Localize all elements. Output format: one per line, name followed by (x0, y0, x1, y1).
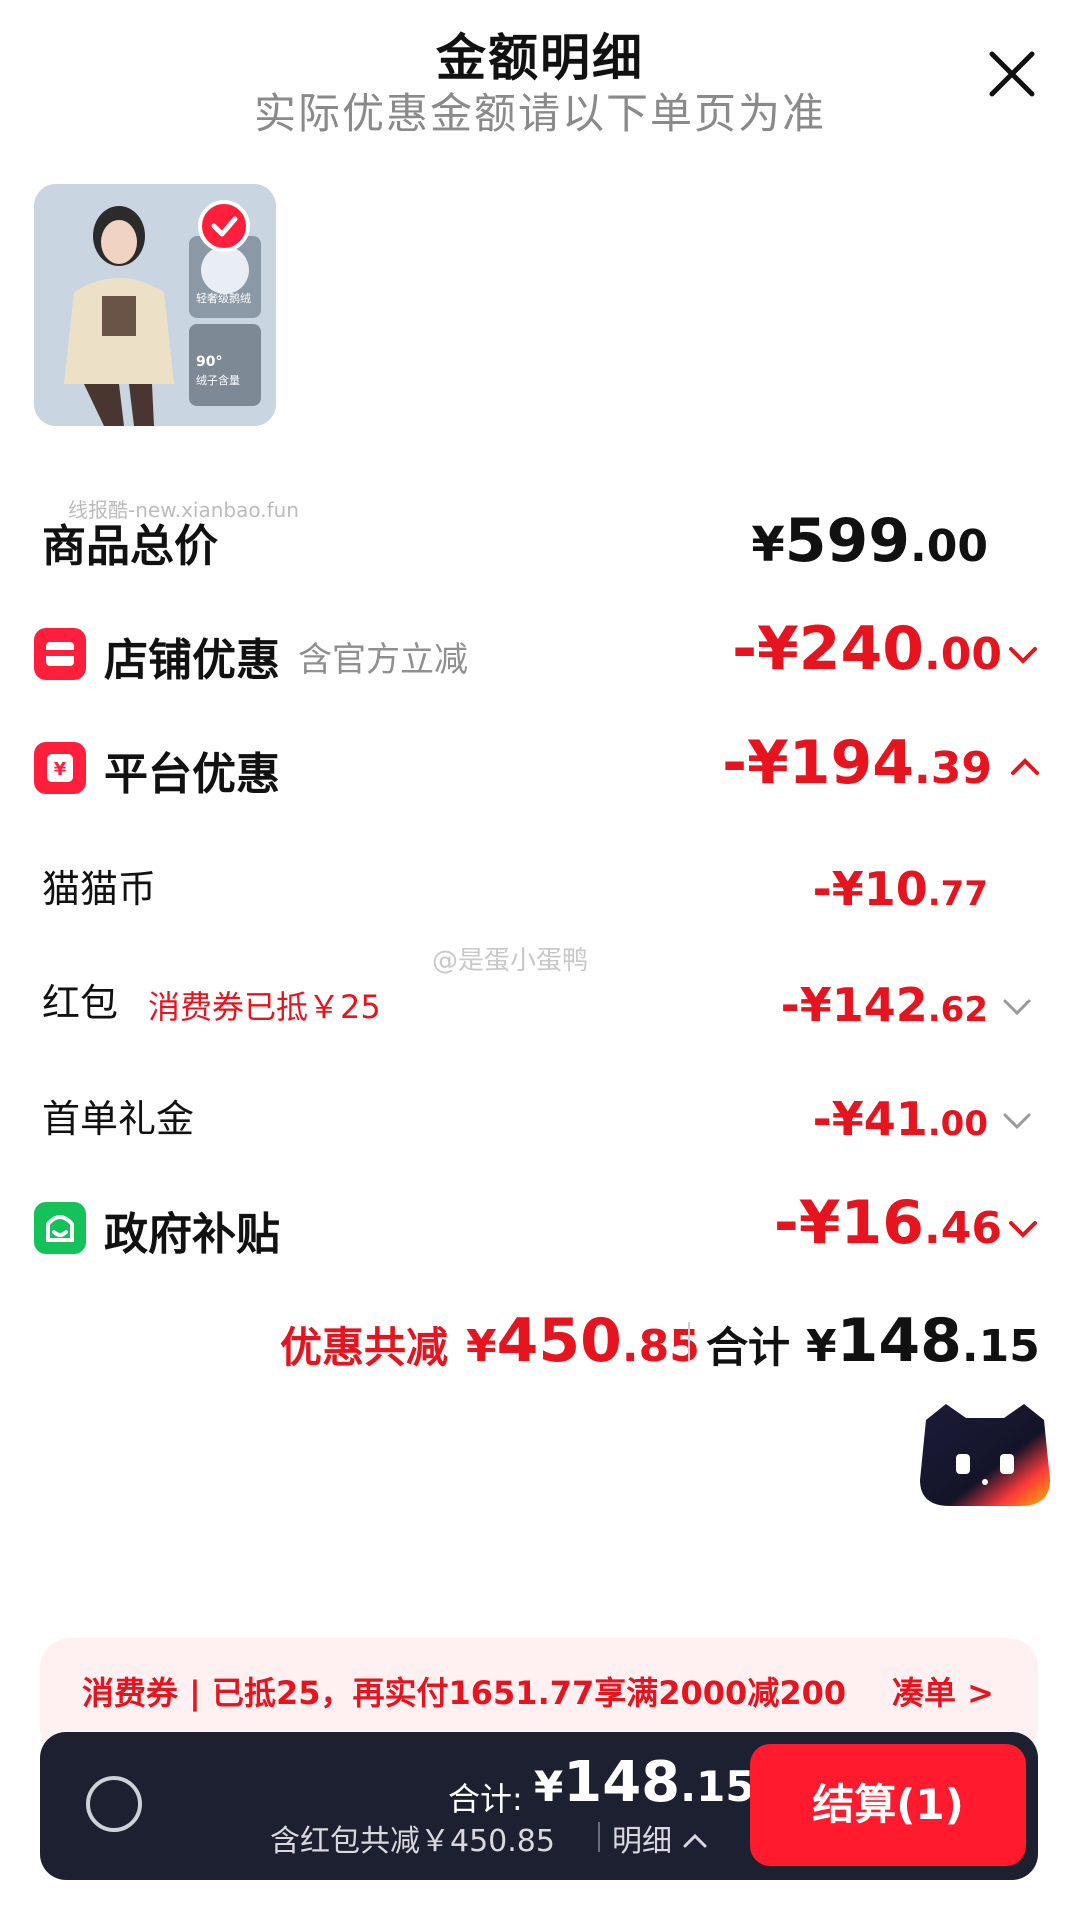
discount-total-label: 优惠共减 (280, 1323, 449, 1372)
platform-discount-prefix: -¥ (722, 728, 789, 798)
select-all-radio[interactable] (86, 1776, 142, 1832)
first-order-gift-int: 41 (863, 1092, 928, 1146)
platform-discount-icon: ¥ (34, 742, 86, 794)
thumb-caption-3: 绒子含量 (196, 374, 240, 387)
store-discount-prefix: -¥ (732, 614, 799, 684)
chevron-down-icon[interactable] (1000, 1104, 1034, 1138)
total-price-label: 商品总价 (42, 521, 218, 572)
first-order-gift-label: 首单礼金 (42, 1097, 195, 1141)
total-price-dec: .00 (910, 521, 988, 572)
grand-total-currency: ¥ (806, 1321, 837, 1372)
selected-check-icon[interactable] (198, 200, 250, 252)
chevron-up-icon (683, 1833, 707, 1848)
first-order-gift-prefix: -¥ (812, 1092, 864, 1146)
bar-divider (598, 1822, 600, 1852)
bar-discount-note: 含红包共减￥450.85 (270, 1824, 555, 1859)
store-discount-label: 店铺优惠 (104, 635, 280, 686)
chevron-down-icon[interactable] (1000, 990, 1034, 1024)
weibo-watermark: @是蛋小蛋鸭 (432, 946, 589, 976)
first-order-gift-dec: .00 (927, 1104, 988, 1144)
total-price-int: 599 (784, 506, 911, 576)
bar-total-int: 148 (563, 1750, 681, 1815)
red-packet-note: 消费券已抵￥25 (148, 988, 381, 1026)
assistant-mascot-icon[interactable] (916, 1400, 1054, 1510)
add-items-link[interactable]: 凑单 > (892, 1668, 994, 1714)
store-discount-int: 240 (798, 614, 925, 684)
discount-total-currency: ¥ (466, 1321, 497, 1372)
detail-link-label: 明细 (612, 1824, 672, 1859)
red-packet-int: 142 (831, 978, 928, 1032)
store-discount-dec: .00 (924, 629, 1002, 680)
page-subtitle: 实际优惠金额请以下单页为准 (253, 89, 826, 138)
red-packet-dec: .62 (927, 990, 988, 1030)
svg-text:¥: ¥ (54, 759, 67, 780)
total-price-amount: ¥599.00 (751, 506, 988, 576)
thumb-caption-1: 轻奢级鹅绒 (196, 292, 251, 305)
close-icon[interactable] (986, 48, 1038, 100)
bar-total-label: 合计: (448, 1780, 523, 1818)
store-discount-icon (34, 628, 86, 680)
chevron-down-icon[interactable] (1006, 1212, 1040, 1246)
chevron-up-icon[interactable] (1008, 750, 1042, 784)
summary-divider (688, 1322, 690, 1362)
first-order-gift-amount: -¥41.00 (813, 1092, 988, 1146)
store-discount-amount: -¥240.00 (732, 614, 1002, 684)
gov-subsidy-amount: -¥16.46 (774, 1188, 1002, 1258)
platform-discount-amount: -¥194.39 (722, 728, 992, 798)
total-price-currency: ¥ (751, 517, 785, 573)
gov-subsidy-prefix: -¥ (773, 1188, 841, 1258)
grand-total-label: 合计 (706, 1323, 791, 1372)
bar-total-currency: ¥ (534, 1762, 564, 1811)
thumb-caption-2: 90° (196, 354, 223, 370)
cat-coin-label: 猫猫币 (42, 867, 157, 911)
platform-discount-dec: .39 (914, 743, 992, 794)
discount-total-int: 450 (496, 1306, 622, 1376)
cat-coin-amount: -¥10.77 (813, 862, 988, 916)
cat-coin-dec: .77 (927, 874, 988, 914)
grand-total-int: 148 (836, 1306, 962, 1376)
gov-subsidy-icon (34, 1202, 86, 1254)
checkout-button[interactable]: 结算(1) (750, 1744, 1026, 1866)
discount-total-amount: ¥450.85 (466, 1306, 700, 1376)
gov-subsidy-dec: .46 (924, 1203, 1002, 1254)
red-packet-label: 红包 (42, 981, 119, 1025)
bar-total-dec: .15 (680, 1762, 755, 1811)
platform-discount-int: 194 (788, 728, 915, 798)
grand-total-amount: ¥148.15 (806, 1306, 1040, 1376)
store-discount-note: 含官方立减 (298, 640, 468, 680)
gov-subsidy-label: 政府补贴 (104, 1209, 280, 1260)
platform-discount-label: 平台优惠 (104, 749, 280, 800)
cat-coin-prefix: -¥ (812, 862, 864, 916)
gov-subsidy-int: 16 (840, 1188, 925, 1258)
detail-link[interactable]: 明细 (612, 1816, 708, 1860)
red-packet-prefix: -¥ (780, 978, 832, 1032)
coupon-text: 消费券 | 已抵25，再实付1651.77享满2000减200 (82, 1674, 847, 1712)
red-packet-amount: -¥142.62 (781, 978, 988, 1032)
chevron-down-icon[interactable] (1006, 638, 1040, 672)
cat-coin-int: 10 (863, 862, 928, 916)
grand-total-dec: .15 (961, 1321, 1040, 1372)
bar-total-amount: ¥148.15 (534, 1750, 755, 1815)
